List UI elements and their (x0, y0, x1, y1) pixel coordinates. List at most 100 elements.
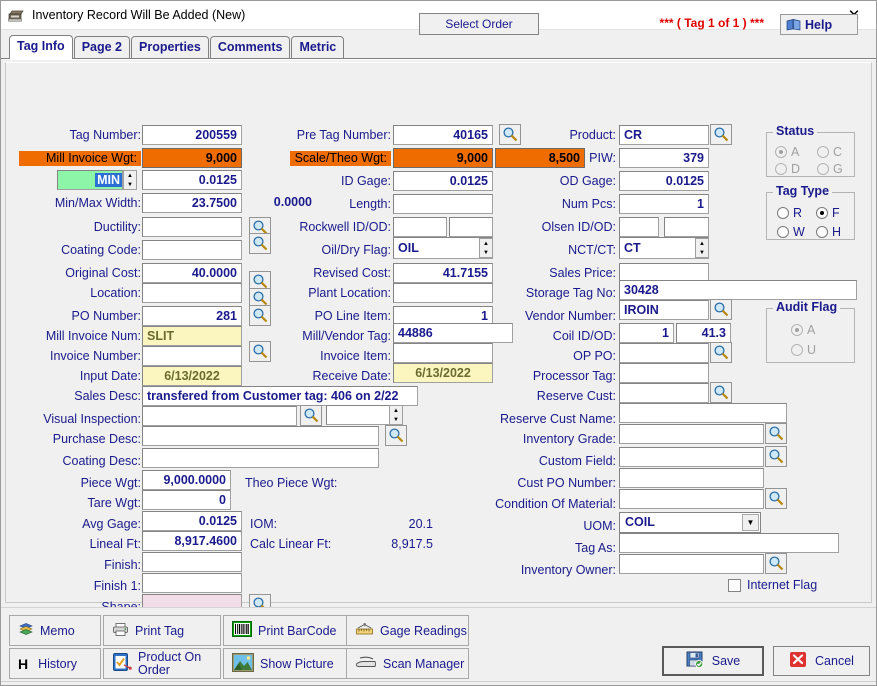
length-field[interactable] (393, 194, 493, 214)
purchase-desc-field[interactable] (142, 426, 379, 446)
revised-cost-field[interactable]: 41.7155 (393, 263, 493, 283)
min-spinner[interactable] (123, 170, 137, 190)
nct-ct-spinner[interactable] (695, 238, 709, 258)
oil-dry-flag-spinner[interactable] (479, 238, 493, 258)
piw-field[interactable]: 379 (619, 148, 709, 168)
oil-dry-flag-field[interactable]: OIL (393, 237, 493, 259)
custom-field-field[interactable] (619, 447, 764, 467)
pre-tag-number-field[interactable]: 40165 (393, 125, 493, 145)
min-gage-field[interactable]: 0.0125 (142, 170, 242, 190)
po-number-field[interactable]: 281 (142, 306, 242, 326)
radio-button[interactable] (816, 226, 828, 238)
piece-wgt-field[interactable]: 9,000.0000 (142, 470, 231, 490)
shape-field[interactable] (142, 594, 242, 607)
history-button[interactable]: H History (9, 648, 101, 679)
num-pcs-field[interactable]: 1 (619, 194, 709, 214)
min-width-field[interactable]: 23.7500 (142, 193, 242, 213)
reserve-cust-field[interactable] (619, 383, 709, 403)
tag-number-field[interactable]: 200559 (142, 125, 242, 145)
original-cost-field[interactable]: 40.0000 (142, 263, 242, 283)
plant-location-field[interactable] (393, 283, 493, 303)
op-po-field[interactable] (619, 343, 709, 363)
coating-code-lookup-icon[interactable] (249, 233, 271, 254)
storage-tag-no-field[interactable]: 30428 (619, 280, 857, 300)
tab-page-2[interactable]: Page 2 (73, 36, 130, 58)
finish-field[interactable] (142, 552, 242, 572)
scale-wgt-field[interactable]: 9,000 (393, 148, 493, 168)
select-order-button[interactable]: Select Order (419, 13, 539, 35)
chevron-down-icon[interactable] (742, 514, 759, 531)
tare-wgt-field[interactable]: 0 (142, 490, 231, 510)
coating-desc-field[interactable] (142, 448, 379, 468)
inventory-grade-field[interactable] (619, 424, 764, 444)
visual-inspection-field[interactable] (142, 406, 297, 426)
visual-inspection-lookup-icon[interactable] (300, 405, 322, 426)
coil-id-field[interactable]: 1 (619, 323, 674, 343)
sales-desc-field[interactable]: transfered from Customer tag: 406 on 2/2… (142, 386, 418, 406)
rockwell-od-field[interactable] (449, 217, 493, 237)
gage-readings-button[interactable]: ? Gage Readings (346, 615, 469, 646)
save-button[interactable]: Save (662, 646, 764, 676)
show-picture-button[interactable]: Show Picture (223, 648, 351, 679)
invoice-item-field[interactable] (393, 343, 493, 363)
uom-select[interactable]: COIL (619, 512, 761, 533)
invoice-number-field[interactable] (142, 346, 242, 366)
mill-invoice-wgt-field[interactable]: 9,000 (142, 148, 242, 168)
olsen-id-field[interactable] (619, 217, 659, 237)
id-gage-field[interactable]: 0.0125 (393, 171, 493, 191)
radio-button[interactable] (816, 207, 828, 219)
avg-gage-field[interactable]: 0.0125 (142, 511, 242, 531)
tab-properties[interactable]: Properties (131, 36, 209, 58)
vendor-number-field[interactable]: IROIN (619, 300, 709, 320)
receive-date-field[interactable]: 6/13/2022 (393, 363, 493, 383)
tag-type-option-w[interactable]: W (777, 225, 805, 239)
purchase-desc-lookup-icon[interactable] (385, 425, 407, 446)
custom-field-lookup-icon[interactable] (765, 446, 787, 467)
ductility-field[interactable] (142, 217, 242, 237)
internet-flag-checkbox[interactable]: Internet Flag (728, 578, 817, 592)
cust-po-number-field[interactable] (619, 468, 764, 488)
print-tag-button[interactable]: Print Tag (103, 615, 221, 646)
tab-tag-info[interactable]: Tag Info (9, 35, 73, 59)
coil-od-field[interactable]: 41.3 (676, 323, 731, 343)
rockwell-id-field[interactable] (393, 217, 447, 237)
mill-vendor-tag-field[interactable]: 44886 (393, 323, 513, 343)
cancel-button[interactable]: Cancel (773, 646, 870, 676)
condition-of-material-lookup-icon[interactable] (765, 488, 787, 509)
product-field[interactable]: CR (619, 125, 709, 145)
inventory-grade-lookup-icon[interactable] (765, 423, 787, 444)
condition-of-material-field[interactable] (619, 489, 764, 509)
od-gage-field[interactable]: 0.0125 (619, 171, 709, 191)
olsen-od-field[interactable] (664, 217, 709, 237)
product-lookup-icon[interactable] (710, 124, 732, 145)
tab-comments[interactable]: Comments (209, 36, 291, 58)
checkbox-box[interactable] (728, 578, 741, 592)
reserve-cust-name-field[interactable] (619, 403, 787, 423)
print-barcode-button[interactable]: Print BarCode (223, 615, 351, 646)
input-date-field[interactable]: 6/13/2022 (142, 366, 242, 386)
tag-type-option-h[interactable]: H (816, 225, 841, 239)
location-field[interactable] (142, 283, 242, 303)
tab-metric[interactable]: Metric (291, 36, 345, 58)
processor-tag-field[interactable] (619, 363, 709, 383)
mill-invoice-num-field[interactable]: SLIT (142, 326, 242, 346)
coating-code-field[interactable] (142, 240, 242, 260)
inventory-owner-field[interactable] (619, 554, 764, 574)
scan-manager-button[interactable]: Scan Manager (346, 648, 469, 679)
product-on-order-button[interactable]: Product On Order (103, 648, 221, 679)
vendor-number-lookup-icon[interactable] (710, 299, 732, 320)
shape-lookup-icon[interactable] (249, 594, 271, 607)
inventory-owner-lookup-icon[interactable] (765, 553, 787, 574)
memo-button[interactable]: Memo (9, 615, 101, 646)
help-button[interactable]: Help (780, 14, 858, 35)
visual-inspection-spinner[interactable] (389, 405, 403, 425)
reserve-cust-lookup-icon[interactable] (710, 382, 732, 403)
min-field[interactable]: MIN (57, 170, 123, 190)
radio-button[interactable] (777, 207, 789, 219)
op-po-lookup-icon[interactable] (710, 342, 732, 363)
lineal-ft-field[interactable]: 8,917.4600 (142, 531, 242, 551)
tag-as-field[interactable] (619, 533, 839, 553)
tag-type-option-f[interactable]: F (816, 206, 840, 220)
tag-type-option-r[interactable]: R (777, 206, 802, 220)
radio-button[interactable] (777, 226, 789, 238)
